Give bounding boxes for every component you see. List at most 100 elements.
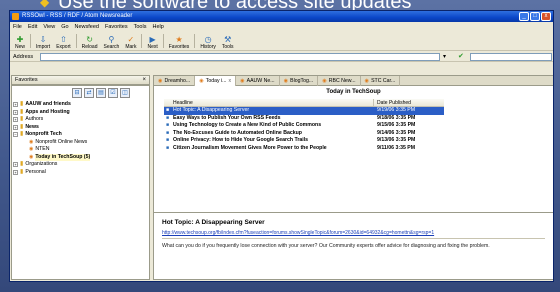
bookmark-icon[interactable]: ◫ — [120, 88, 130, 98]
next-button[interactable]: ▶ Next — [144, 31, 160, 50]
search-icon: ⚲ — [108, 35, 115, 44]
table-row[interactable]: ■ Easy Ways to Publish Your Own RSS Feeds… — [164, 115, 444, 123]
menu-favorites[interactable]: Favorites — [105, 24, 128, 30]
headline-text: Online Privacy: How to Hide Your Google … — [173, 137, 309, 143]
menu-edit[interactable]: Edit — [28, 24, 37, 30]
minimize-button[interactable]: _ — [519, 12, 529, 21]
collapse-icon[interactable]: − — [13, 132, 18, 138]
next-label: Next — [147, 44, 158, 50]
menu-file[interactable]: File — [13, 24, 22, 30]
favorites-tools: ⊟ ⇄ ▤ ☑ ◫ — [72, 88, 130, 98]
new-button[interactable]: ✚ New — [12, 31, 28, 50]
tree-item-organizations[interactable]: + ▮ Organizations — [13, 161, 150, 169]
headline-text: The No-Excuses Guide to Automated Online… — [173, 129, 302, 136]
filter-icon[interactable]: ▤ — [96, 88, 106, 98]
headline-cell: ■ The No-Excuses Guide to Automated Onlin… — [164, 130, 374, 138]
tab-rbc[interactable]: ◉ RBC New... — [318, 76, 361, 86]
import-button[interactable]: ⇩ Import — [33, 31, 53, 50]
menu-newsfeed[interactable]: Newsfeed — [75, 24, 99, 30]
date-column-header[interactable]: Date Published — [374, 99, 444, 106]
news-item-icon: ■ — [166, 137, 170, 143]
date-cell: 9/18/06 3:35 PM — [377, 114, 416, 121]
table-row[interactable]: ■ Citizen Journalism Movement Gives More … — [164, 145, 444, 153]
headline-text: Easy Ways to Publish Your Own RSS Feeds — [173, 114, 281, 121]
menu-help[interactable]: Help — [152, 24, 163, 30]
feed-icon: ◉ — [283, 78, 289, 84]
expand-icon[interactable]: + — [13, 117, 18, 123]
tools-button[interactable]: ⚒ Tools — [219, 31, 237, 50]
address-label: Address — [13, 53, 34, 60]
mark-button[interactable]: ✓ Mark — [122, 31, 139, 50]
tree-item-news[interactable]: + ▮ News — [13, 124, 150, 132]
search-label: Search — [103, 44, 120, 50]
folder-icon: ▮ — [20, 116, 24, 122]
tab-aauw[interactable]: ◉ AAUW Ne... — [236, 76, 280, 86]
collapse-icon[interactable]: ⊟ — [72, 88, 82, 98]
news-item-icon: ■ — [166, 129, 170, 136]
mark-icon: ✓ — [127, 35, 135, 44]
tab-blogtog[interactable]: ◉ BlogTog... — [280, 76, 319, 86]
expand-icon[interactable]: + — [13, 124, 18, 130]
tree-item-label: Authors — [25, 116, 44, 122]
headline-text: Using Technology to Create a New Kind of… — [173, 122, 322, 128]
preview-link[interactable]: http://www.techsoup.org/fb/index.cfm?fus… — [162, 230, 545, 236]
table-row[interactable]: ■ Hot Topic: A Disappearing Server 9/19/0… — [164, 107, 444, 115]
table-row[interactable]: ■ The No-Excuses Guide to Automated Onlin… — [164, 130, 444, 138]
table-row[interactable]: ■ Using Technology to Create a New Kind o… — [164, 122, 444, 130]
reload-button[interactable]: ↻ Reload — [79, 31, 101, 50]
tree-item-label: Nonprofit Tech — [25, 131, 62, 137]
close-button[interactable]: x — [541, 12, 551, 21]
tree-item-aauw[interactable]: + ▮ AAUW and friends — [13, 101, 150, 109]
history-button[interactable]: ◷ History — [197, 31, 219, 50]
news-item-icon: ■ — [166, 144, 170, 151]
expand-icon[interactable]: + — [13, 102, 18, 108]
favorites-icon: ★ — [175, 35, 183, 44]
export-button[interactable]: ⇧ Export — [53, 31, 73, 50]
tree-item-today-in-techsoup[interactable]: ◉ Today in TechSoup (5) — [13, 153, 150, 161]
close-icon[interactable]: × — [142, 76, 146, 85]
favorites-button[interactable]: ★ Favorites — [166, 31, 193, 50]
headline-cell: ■ Using Technology to Create a New Kind o… — [164, 122, 374, 130]
close-icon[interactable]: x — [229, 78, 232, 84]
toolbar-separator — [75, 34, 77, 48]
tab-today-in-techsoup[interactable]: ◉ Today i... x — [195, 76, 237, 86]
tree-item-nonprofit-online-news[interactable]: ◉ Nonprofit Online News — [13, 139, 150, 147]
chevron-down-icon[interactable]: ▾ — [443, 53, 451, 61]
expand-icon[interactable]: + — [13, 109, 18, 115]
new-label: New — [15, 44, 26, 50]
tab-stc[interactable]: ◉ STC Car... — [361, 76, 401, 86]
preview-body: What can you do if you frequently lose c… — [162, 243, 490, 249]
reload-icon: ↻ — [86, 35, 93, 44]
tab-label: Dreamho... — [164, 78, 191, 84]
folder-icon: ▮ — [20, 101, 24, 107]
tree-item-personal[interactable]: + ▮ Personal — [13, 169, 150, 177]
feed-icon: ◉ — [322, 78, 327, 84]
menu-view[interactable]: View — [43, 24, 55, 30]
search-input[interactable] — [470, 53, 552, 61]
headline-text: Hot Topic: A Disappearing Server — [173, 107, 250, 113]
tools-label: Tools — [221, 44, 234, 50]
headline-text: Citizen Journalism Movement Gives More P… — [173, 144, 327, 151]
link-icon[interactable]: ⇄ — [84, 88, 94, 98]
expand-icon[interactable]: + — [13, 169, 18, 175]
menu-tools[interactable]: Tools — [134, 24, 147, 30]
menu-go[interactable]: Go — [61, 24, 68, 30]
tab-dreamhost[interactable]: ◉ Dreamho... — [154, 76, 196, 86]
preview-pane: Hot Topic: A Disappearing Server http://… — [154, 212, 553, 281]
headline-column-header[interactable]: Headline — [164, 99, 374, 106]
tree-item-apps-hosting[interactable]: + ▮ Apps and Hosting — [13, 109, 150, 117]
tree-item-nonprofit-tech[interactable]: − ▮ Nonprofit Tech — [13, 131, 150, 139]
tree-item-nten[interactable]: ◉ NTEN — [13, 146, 150, 154]
folder-open-icon: ▮ — [20, 131, 24, 137]
title-bar[interactable]: RSSOwl - RSS / RDF / Atom Newsreader _ □… — [10, 11, 553, 22]
favorites-title: Favorites — [15, 77, 38, 83]
slide-bullet-icon: ◆ — [40, 0, 50, 9]
address-input[interactable] — [40, 53, 440, 61]
maximize-button[interactable]: □ — [530, 12, 540, 21]
check-icon[interactable]: ☑ — [108, 88, 118, 98]
table-row[interactable]: ■ Online Privacy: How to Hide Your Google… — [164, 137, 444, 145]
go-icon[interactable]: ✔ — [458, 52, 464, 60]
search-button[interactable]: ⚲ Search — [101, 31, 123, 50]
tree-item-authors[interactable]: + ▮ Authors — [13, 116, 150, 124]
expand-icon[interactable]: + — [13, 162, 18, 168]
